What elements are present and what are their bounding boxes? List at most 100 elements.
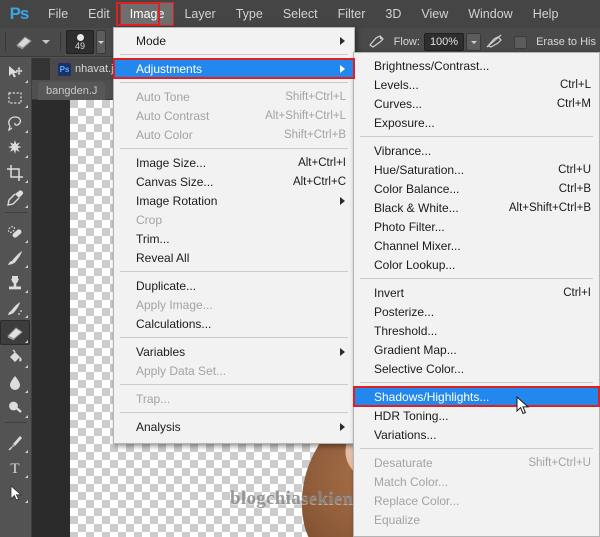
image-menu-item-shortcut: Alt+Ctrl+C <box>292 175 346 188</box>
menu-bar-item-help[interactable]: Help <box>524 3 568 25</box>
adjustments-menu-item-shortcut: Ctrl+B <box>558 182 591 195</box>
adjustments-menu-item-selective-color[interactable]: Selective Color... <box>354 359 599 378</box>
menu-bar-item-type[interactable]: Type <box>227 3 272 25</box>
image-menu-item-label: Trap... <box>136 391 171 406</box>
crop-icon[interactable] <box>0 160 30 185</box>
menu-bar-item-file[interactable]: File <box>39 3 77 25</box>
type-icon[interactable]: T <box>0 455 30 480</box>
image-menu-item-shortcut: Shift+Ctrl+B <box>284 128 346 141</box>
brush-icon[interactable] <box>0 245 30 270</box>
flow-chevron-down-icon[interactable] <box>466 33 482 51</box>
magic-wand-icon[interactable] <box>0 135 30 160</box>
brush-size-stepper[interactable] <box>96 30 106 54</box>
adjustments-menu-item-label: Posterize... <box>374 304 435 319</box>
dodge-icon[interactable] <box>0 395 30 420</box>
image-menu-item-mode[interactable]: Mode <box>114 31 354 50</box>
adjustments-menu-item-posterize[interactable]: Posterize... <box>354 302 599 321</box>
clone-stamp-icon[interactable] <box>0 270 30 295</box>
image-menu-item-canvas-size[interactable]: Canvas Size... Alt+Ctrl+C <box>114 172 354 191</box>
adjustments-menu-item-label: Color Lookup... <box>374 257 456 272</box>
blur-icon[interactable] <box>0 370 30 395</box>
adjustments-submenu: Brightness/Contrast... Levels... Ctrl+L Cur… <box>353 52 600 537</box>
adjustments-menu-separator <box>360 448 593 449</box>
adjustments-menu-item-curves[interactable]: Curves... Ctrl+M <box>354 94 599 113</box>
paint-bucket-icon[interactable] <box>0 345 30 370</box>
adjustments-menu-item-variations[interactable]: Variations... <box>354 425 599 444</box>
adjustments-menu-item-shortcut: Alt+Shift+Ctrl+B <box>508 201 591 214</box>
menu-bar-item-select[interactable]: Select <box>274 3 327 25</box>
tools-divider-1 <box>4 212 27 218</box>
menu-bar-item-layer[interactable]: Layer <box>175 3 224 25</box>
lasso-icon[interactable] <box>0 110 30 135</box>
canvas-backdrop <box>32 100 70 537</box>
spot-healing-brush-icon[interactable] <box>0 220 30 245</box>
image-menu-item-image-rotation[interactable]: Image Rotation <box>114 191 354 210</box>
adjustments-menu-item-shortcut: Ctrl+U <box>558 163 591 176</box>
adjustments-menu-item-label: Desaturate <box>374 455 433 470</box>
adjustments-menu-item-exposure[interactable]: Exposure... <box>354 113 599 132</box>
image-menu-item-duplicate[interactable]: Duplicate... <box>114 276 354 295</box>
adjustments-menu-separator <box>360 136 593 137</box>
adjustments-menu-item-shortcut: Ctrl+M <box>556 97 591 110</box>
options-grip <box>5 32 6 52</box>
image-menu-item-reveal-all[interactable]: Reveal All <box>114 248 354 267</box>
eraser-preset-icon[interactable] <box>11 32 37 52</box>
pen-icon[interactable] <box>0 430 30 455</box>
menu-bar-item-image[interactable]: Image <box>119 2 175 26</box>
brush-size-preview[interactable]: 49 <box>66 30 94 54</box>
menu-bar-item-filter[interactable]: Filter <box>329 3 375 25</box>
image-menu-item-label: Variables <box>136 344 186 359</box>
move-icon[interactable] <box>0 60 30 85</box>
adjustments-menu-item-threshold[interactable]: Threshold... <box>354 321 599 340</box>
image-menu-item-label: Auto Tone <box>136 89 190 104</box>
adjustments-menu-item-label: HDR Toning... <box>374 408 449 423</box>
adjustments-menu-item-hue-saturation[interactable]: Hue/Saturation... Ctrl+U <box>354 160 599 179</box>
eraser-icon[interactable] <box>0 320 30 345</box>
eyedropper-icon[interactable] <box>0 185 30 210</box>
adjustments-menu-item-black-white[interactable]: Black & White... Alt+Shift+Ctrl+B <box>354 198 599 217</box>
path-selection-icon[interactable] <box>0 480 30 505</box>
menu-bar-item-window[interactable]: Window <box>459 3 521 25</box>
airbrush-icon[interactable] <box>368 33 386 52</box>
adjustments-menu-item-desaturate: Desaturate Shift+Ctrl+U <box>354 453 599 472</box>
rectangular-marquee-icon[interactable] <box>0 85 30 110</box>
image-menu-item-adjustments[interactable]: Adjustments <box>113 58 355 79</box>
adjustments-menu-item-color-lookup[interactable]: Color Lookup... <box>354 255 599 274</box>
airbrush-toggle-icon[interactable] <box>485 33 503 52</box>
adjustments-menu-item-color-balance[interactable]: Color Balance... Ctrl+B <box>354 179 599 198</box>
menu-bar-item-3d[interactable]: 3D <box>376 3 410 25</box>
image-menu-item-auto-color: Auto Color Shift+Ctrl+B <box>114 125 354 144</box>
adjustments-menu-item-brightness-contrast[interactable]: Brightness/Contrast... <box>354 56 599 75</box>
tools-divider-2 <box>4 422 27 428</box>
image-menu-item-variables[interactable]: Variables <box>114 342 354 361</box>
image-menu-item-trim[interactable]: Trim... <box>114 229 354 248</box>
svg-text:T: T <box>10 461 19 477</box>
adjustments-menu-item-shadows-highlights[interactable]: Shadows/Highlights... <box>353 386 600 407</box>
eraser-preset-chevron-down-icon[interactable] <box>42 40 50 44</box>
adjustments-menu-item-vibrance[interactable]: Vibrance... <box>354 141 599 160</box>
menu-bar-item-edit[interactable]: Edit <box>79 3 119 25</box>
image-menu-item-label: Duplicate... <box>136 278 197 293</box>
adjustments-menu-item-photo-filter[interactable]: Photo Filter... <box>354 217 599 236</box>
document-tab-bangden[interactable]: bangden.J <box>38 82 106 100</box>
image-menu-item-image-size[interactable]: Image Size... Alt+Ctrl+I <box>114 153 354 172</box>
image-menu-item-label: Image Rotation <box>136 193 218 208</box>
adjustments-menu-item-invert[interactable]: Invert Ctrl+I <box>354 283 599 302</box>
submenu-chevron-right-icon <box>340 64 345 73</box>
adjustments-menu-item-label: Gradient Map... <box>374 342 457 357</box>
adjustments-menu-item-hdr-toning[interactable]: HDR Toning... <box>354 406 599 425</box>
menu-bar-item-view[interactable]: View <box>412 3 457 25</box>
adjustments-menu-item-label: Replace Color... <box>374 493 460 508</box>
flow-value[interactable]: 100% <box>423 33 465 51</box>
image-menu-item-label: Image Size... <box>136 155 207 170</box>
history-brush-icon[interactable] <box>0 295 30 320</box>
erase-to-history-checkbox[interactable] <box>514 35 528 49</box>
image-menu-item-analysis[interactable]: Analysis <box>114 417 354 436</box>
adjustments-menu-item-gradient-map[interactable]: Gradient Map... <box>354 340 599 359</box>
adjustments-menu-item-channel-mixer[interactable]: Channel Mixer... <box>354 236 599 255</box>
adjustments-menu-item-shortcut: Ctrl+L <box>560 78 591 91</box>
image-menu-item-label: Adjustments <box>136 61 203 76</box>
image-menu-item-calculations[interactable]: Calculations... <box>114 314 354 333</box>
adjustments-menu-item-match-color: Match Color... <box>354 472 599 491</box>
adjustments-menu-item-levels[interactable]: Levels... Ctrl+L <box>354 75 599 94</box>
